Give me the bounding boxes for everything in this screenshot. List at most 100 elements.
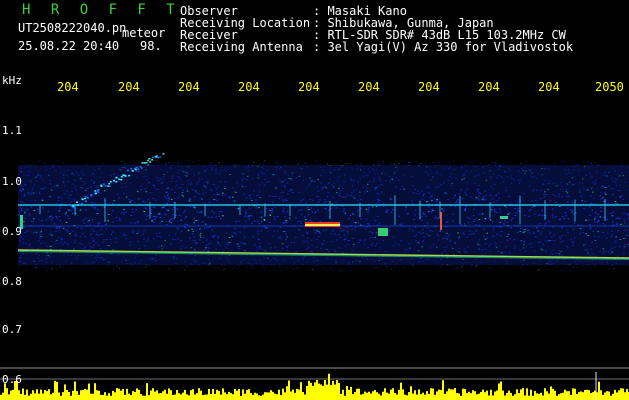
amplitude-bar <box>416 394 418 400</box>
spectrogram-pixel <box>533 263 535 264</box>
spectrogram-pixel <box>423 193 425 195</box>
spectrogram-pixel <box>320 175 322 176</box>
spectrogram-pixel <box>426 269 429 271</box>
brand-title: H R O F F T <box>22 2 181 18</box>
spectrogram-pixel <box>369 180 371 182</box>
spectrogram-pixel <box>194 229 197 231</box>
y-axis-unit: kHz <box>2 74 22 87</box>
spectrogram-pixel <box>63 241 66 243</box>
spectrogram-pixel <box>288 190 291 192</box>
spectrogram-pixel <box>97 245 100 247</box>
spectrogram-pixel <box>566 192 569 194</box>
amplitude-bar <box>2 392 4 400</box>
spectrogram-pixel <box>607 251 610 253</box>
spectrogram-pixel <box>208 227 211 229</box>
spectrogram-pixel <box>177 165 179 167</box>
spectrogram-pixel <box>204 186 207 188</box>
spectrogram-pixel <box>525 170 527 172</box>
spectrogram-pixel <box>162 176 165 178</box>
spectrogram-pixel <box>615 262 618 264</box>
spectrogram-pixel <box>327 191 329 193</box>
spectrogram-pixel <box>273 258 275 260</box>
spectrogram <box>0 153 629 400</box>
amplitude-bar <box>276 394 278 400</box>
spectrogram-pixel <box>284 199 287 201</box>
amplitude-bar <box>456 393 458 400</box>
amplitude-bar <box>576 393 578 400</box>
spectrogram-pixel <box>564 169 566 171</box>
spectrogram-pixel <box>376 201 379 203</box>
spectrogram-pixel <box>537 172 539 174</box>
amplitude-bar <box>430 388 432 400</box>
spectrogram-pixel <box>82 174 85 176</box>
spectrogram-pixel <box>155 260 157 262</box>
spectrogram-pixel <box>82 233 84 235</box>
spectrogram-pixel <box>132 164 135 166</box>
spectrogram-pixel <box>537 241 540 243</box>
spectrogram-pixel <box>59 172 62 174</box>
amplitude-bar <box>22 388 24 400</box>
amplitude-bar <box>546 391 548 400</box>
amplitude-bar <box>20 393 22 400</box>
amplitude-bar <box>0 394 2 400</box>
spectrogram-pixel <box>247 262 250 264</box>
amplitude-bar <box>426 391 428 400</box>
spectrogram-pixel <box>535 236 537 238</box>
amplitude-bar <box>336 380 338 400</box>
spectrogram-pixel <box>67 215 69 217</box>
spectrogram-pixel <box>131 170 134 172</box>
spectrogram-pixel <box>212 259 214 261</box>
spectrogram-pixel <box>322 230 325 231</box>
spectrogram-pixel <box>147 238 149 240</box>
spectrogram-pixel <box>457 201 460 203</box>
spectrogram-pixel <box>130 214 133 216</box>
spectrogram-pixel <box>486 232 489 234</box>
amplitude-bar <box>376 392 378 400</box>
spectrogram-pixel <box>491 220 494 222</box>
spectrogram-pixel <box>621 165 623 167</box>
spectrogram-pixel <box>85 200 87 203</box>
spectrogram-pixel <box>213 184 216 186</box>
amplitude-bar <box>42 393 44 400</box>
spectrogram-pixel <box>380 191 383 193</box>
spectrogram-pixel <box>606 187 608 189</box>
spectrogram-pixel <box>516 201 519 203</box>
spectrogram-pixel <box>325 187 328 189</box>
spectrogram-pixel <box>524 229 526 231</box>
spectrogram-pixel <box>240 261 242 263</box>
spectrogram-pixel <box>381 184 383 186</box>
spectrogram-pixel <box>357 200 359 202</box>
spectrogram-pixel <box>31 187 34 189</box>
spectrogram-pixel <box>20 167 23 169</box>
spectrogram-pixel <box>183 269 186 271</box>
spectrogram-pixel <box>82 219 85 221</box>
spectrogram-pixel <box>543 180 546 182</box>
spectrogram-pixel <box>509 169 511 171</box>
spectrogram-pixel <box>477 189 479 191</box>
amplitude-bar <box>488 395 490 400</box>
spectrogram-pixel <box>97 209 99 211</box>
spectrogram-pixel <box>243 193 245 195</box>
spectrogram-pixel <box>552 182 555 184</box>
spectrogram-pixel <box>210 162 213 164</box>
spectrogram-pixel <box>382 161 385 163</box>
spectrogram-pixel <box>396 170 399 172</box>
amplitude-bar <box>278 389 280 400</box>
spectrogram-pixel <box>156 160 159 162</box>
amplitude-bar <box>134 391 136 400</box>
spectrogram-pixel <box>504 252 507 254</box>
spectrogram-pixel <box>373 268 375 269</box>
spectrogram-pixel <box>577 169 580 171</box>
spectrogram-pixel <box>607 185 610 187</box>
spectrogram-pixel <box>437 268 439 270</box>
spectrogram-pixel <box>257 174 260 176</box>
spectrogram-pixel <box>23 262 25 264</box>
spectrogram-pixel <box>497 250 500 252</box>
spectrogram-pixel <box>254 259 257 261</box>
spectrogram-pixel <box>492 227 495 229</box>
spectrogram-pixel <box>287 245 290 247</box>
spectrogram-pixel <box>593 181 596 182</box>
spectrogram-pixel <box>262 263 264 265</box>
spectrogram-pixel <box>565 173 568 175</box>
spectrogram-pixel <box>364 239 367 241</box>
